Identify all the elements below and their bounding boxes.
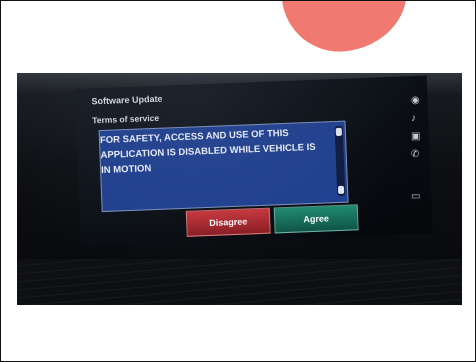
screen-title: Software Update [91, 93, 163, 107]
terms-scrollbar[interactable] [334, 125, 346, 197]
infotainment-screen: Software Update Terms of service FOR SAF… [75, 75, 433, 247]
decorative-blob [278, 1, 413, 58]
navigation-icon[interactable]: ◉ [411, 95, 420, 106]
side-icon-bar: ◉ ♪ ▣ ✆ ▭ [407, 95, 427, 215]
dashboard-trim [17, 259, 462, 305]
phone-icon[interactable]: ✆ [411, 149, 419, 160]
music-icon[interactable]: ♪ [411, 113, 416, 124]
scroll-down-icon[interactable] [337, 185, 345, 194]
card-icon[interactable]: ▭ [411, 191, 420, 202]
terms-message: FOR SAFETY, ACCESS AND USE OF THIS APPLI… [99, 127, 316, 177]
image-icon[interactable]: ▣ [411, 131, 420, 142]
screen-subtitle: Terms of service [92, 112, 160, 126]
car-display-photo: Software Update Terms of service FOR SAF… [17, 73, 462, 305]
scroll-up-icon[interactable] [335, 127, 342, 137]
terms-text-box[interactable]: FOR SAFETY, ACCESS AND USE OF THIS APPLI… [98, 120, 349, 213]
image-frame: Software Update Terms of service FOR SAF… [0, 0, 476, 362]
agree-button[interactable]: Agree [273, 204, 359, 234]
disagree-button[interactable]: Disagree [185, 207, 271, 237]
